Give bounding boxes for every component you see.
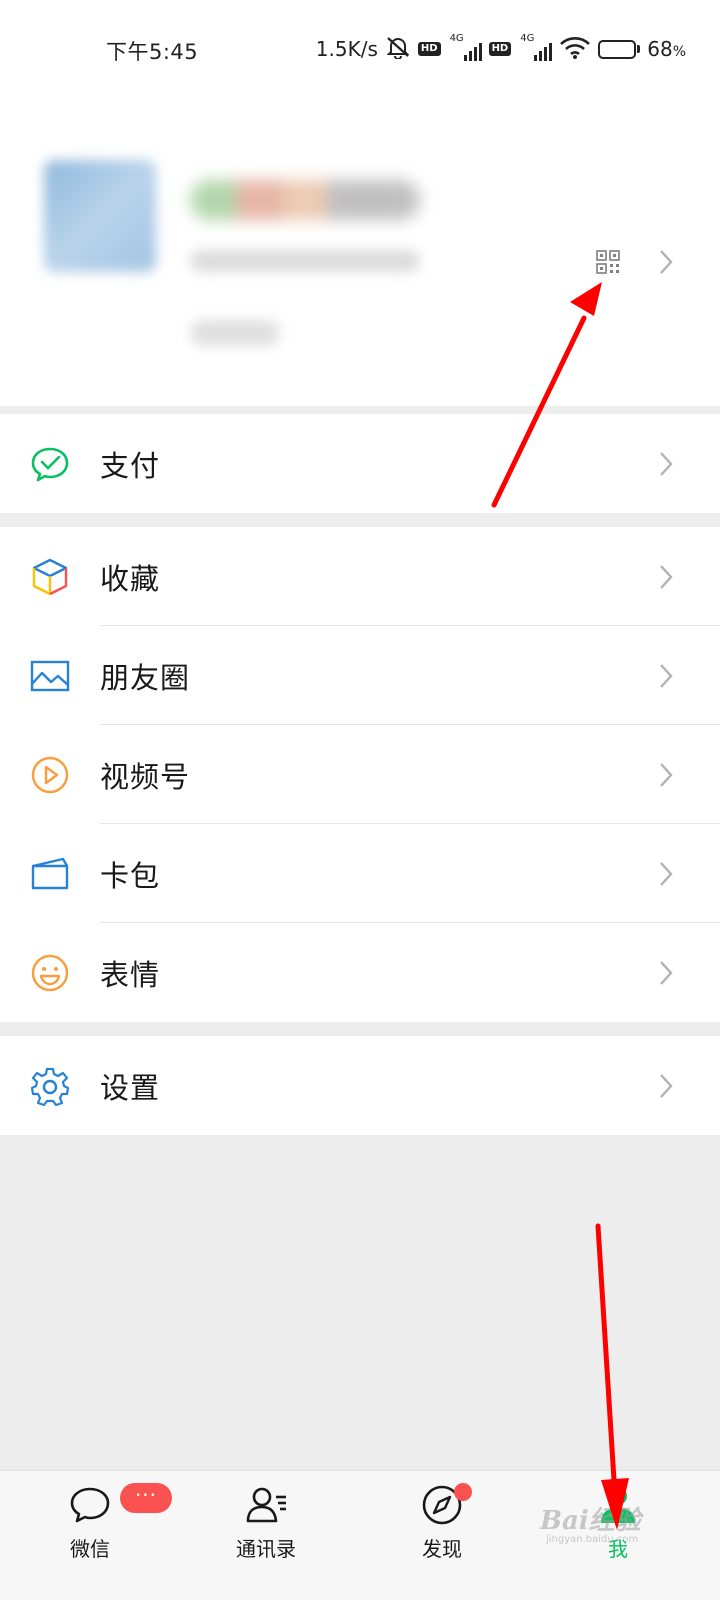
baidu-watermark-url: jingyan.baidu.com bbox=[546, 1534, 639, 1545]
menu-item-cards[interactable]: 卡包 bbox=[0, 824, 720, 923]
menu-label-stickers: 表情 bbox=[100, 957, 161, 992]
hd-badge: HD bbox=[417, 42, 441, 56]
menu-item-favorites[interactable]: 收藏 bbox=[0, 527, 720, 626]
tab-label-chats: 微信 bbox=[70, 1537, 110, 1561]
chevron-right-icon bbox=[658, 450, 674, 482]
network-speed: 1.5K/s bbox=[315, 37, 378, 61]
menu-label-favorites: 收藏 bbox=[100, 561, 161, 596]
tab-discover[interactable]: 发现 bbox=[372, 1471, 512, 1600]
battery-percent: 68% bbox=[647, 37, 686, 61]
chat-bubble-icon bbox=[68, 1483, 112, 1527]
chevron-right-icon bbox=[658, 761, 674, 793]
menu-item-stickers[interactable]: 表情 bbox=[0, 923, 720, 1022]
mute-bell-icon bbox=[385, 35, 411, 64]
chevron-right-icon bbox=[658, 248, 674, 280]
signal-4g-icon: 4G bbox=[448, 33, 482, 61]
moments-image-icon bbox=[30, 656, 70, 696]
chevron-right-icon bbox=[658, 1072, 674, 1104]
unread-badge: ··· bbox=[120, 1483, 172, 1513]
menu-label-pay: 支付 bbox=[100, 448, 161, 483]
wifi-icon bbox=[559, 35, 591, 64]
status-bar: 下午5:45 1.5K/s HD 4G HD 4G 68% bbox=[0, 0, 720, 100]
chevron-right-icon bbox=[658, 860, 674, 892]
blurred-status[interactable] bbox=[190, 320, 280, 346]
menu-label-moments: 朋友圈 bbox=[100, 660, 191, 695]
baidu-watermark: Bai经验 bbox=[540, 1506, 641, 1536]
chevron-right-icon bbox=[658, 662, 674, 694]
tab-chats[interactable]: ··· 微信 bbox=[20, 1471, 172, 1600]
menu-label-settings: 设置 bbox=[100, 1070, 161, 1105]
menu-group-settings: 设置 bbox=[0, 1036, 720, 1135]
menu-group-pay: 支付 bbox=[0, 414, 720, 513]
channels-play-icon bbox=[30, 755, 70, 795]
menu-item-settings[interactable]: 设置 bbox=[0, 1036, 720, 1135]
status-icons: 1.5K/s HD 4G HD 4G 68% bbox=[316, 32, 686, 66]
blurred-wechat-id bbox=[190, 250, 420, 272]
menu-item-channels[interactable]: 视频号 bbox=[0, 725, 720, 824]
battery-icon bbox=[598, 39, 641, 59]
chevron-right-icon bbox=[658, 959, 674, 991]
hd-badge-2: HD bbox=[488, 42, 512, 56]
contacts-person-icon bbox=[244, 1483, 288, 1527]
qr-code-icon[interactable] bbox=[596, 250, 620, 274]
tab-label-contacts: 通讯录 bbox=[236, 1537, 296, 1561]
menu-label-channels: 视频号 bbox=[100, 759, 191, 794]
menu-item-pay[interactable]: 支付 bbox=[0, 414, 720, 513]
menu-item-moments[interactable]: 朋友圈 bbox=[0, 626, 720, 725]
card-wallet-icon bbox=[30, 854, 70, 894]
sticker-smile-icon bbox=[30, 953, 70, 993]
tab-contacts[interactable]: 通讯录 bbox=[196, 1471, 336, 1600]
menu-label-cards: 卡包 bbox=[100, 858, 161, 893]
avatar[interactable] bbox=[44, 160, 156, 272]
pay-icon bbox=[30, 444, 70, 484]
chevron-right-icon bbox=[658, 563, 674, 595]
status-time: 下午5:45 bbox=[106, 40, 199, 64]
profile-card[interactable] bbox=[0, 100, 720, 406]
gear-icon bbox=[30, 1066, 70, 1107]
favorites-cube-icon bbox=[30, 557, 70, 597]
new-dot-badge bbox=[454, 1483, 472, 1501]
blurred-nickname bbox=[190, 180, 420, 220]
menu-group-services: 收藏 朋友圈 视频号 卡包 表情 bbox=[0, 527, 720, 1022]
signal-4g-icon-2: 4G bbox=[518, 33, 553, 61]
tab-label-discover: 发现 bbox=[422, 1537, 462, 1561]
